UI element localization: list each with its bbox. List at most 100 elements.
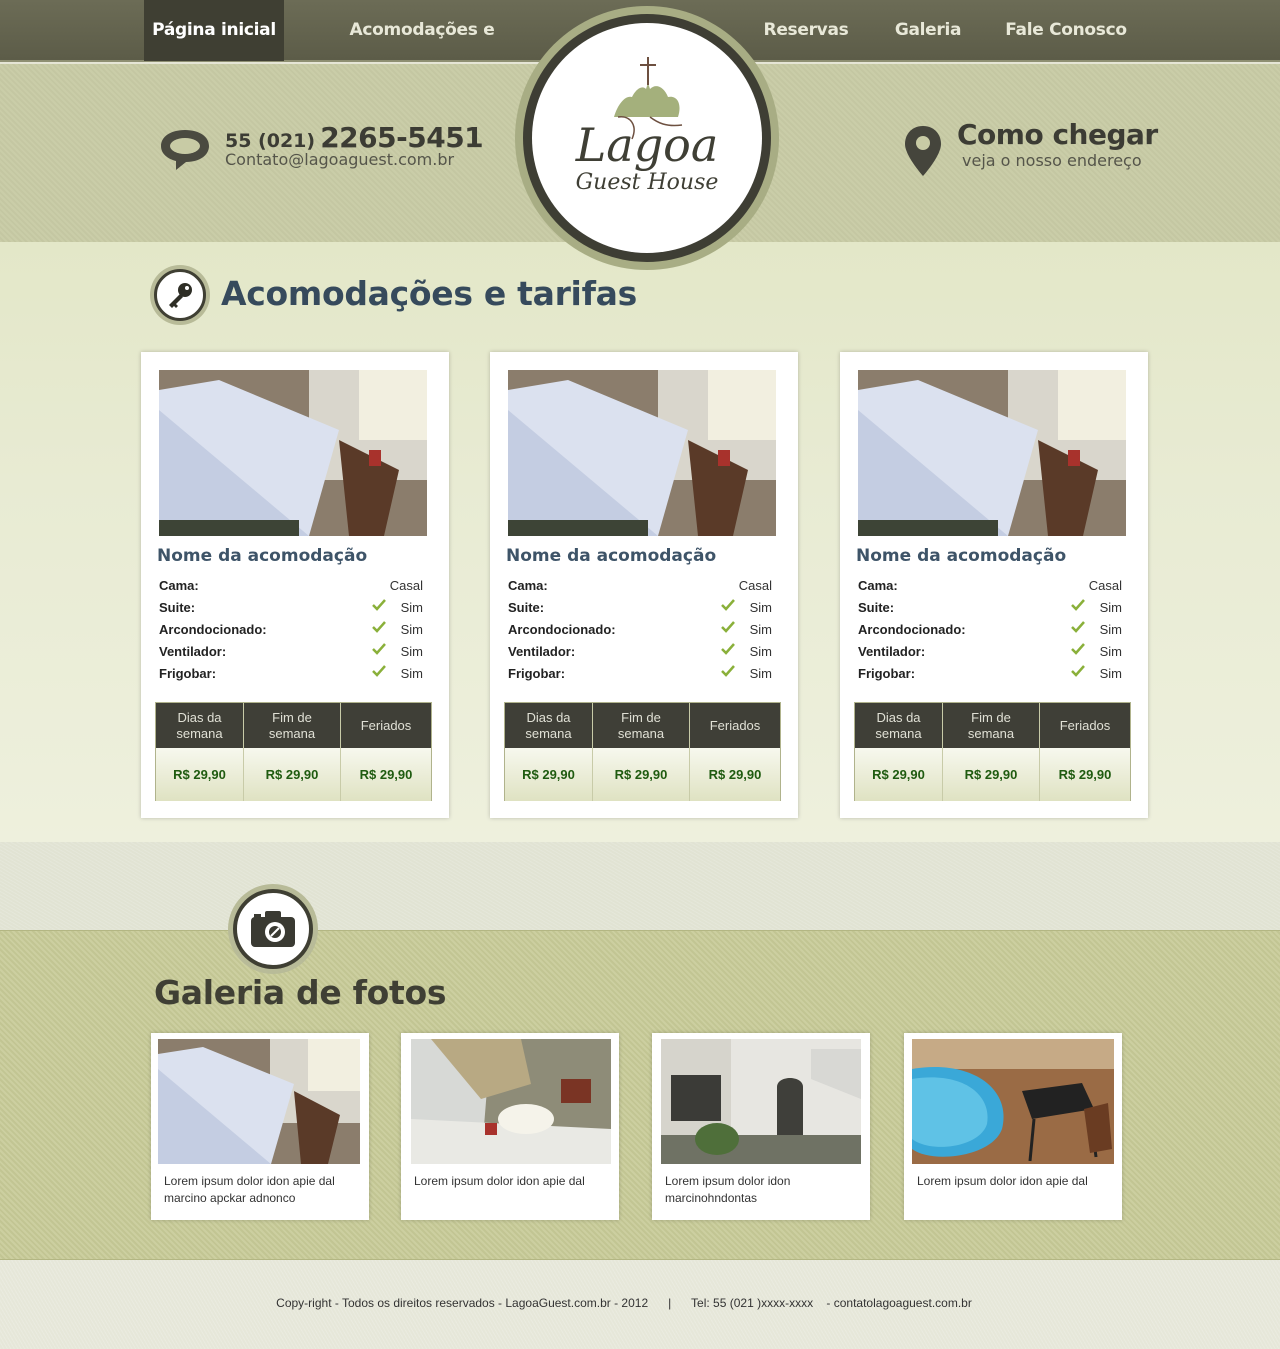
room-photo[interactable]	[508, 370, 776, 536]
price-header: Dias da semana	[855, 703, 942, 748]
gallery-caption: Lorem ipsum dolor idon apie dal	[917, 1174, 1088, 1188]
price-value: R$ 29,90	[505, 748, 592, 801]
checkmark-icon	[1071, 665, 1085, 677]
feature-value: Sim	[400, 644, 423, 659]
price-header: Fim de semana	[943, 703, 1039, 748]
room-name: Nome da acomodação	[506, 546, 717, 566]
checkmark-icon	[721, 643, 735, 655]
gallery-photo	[158, 1039, 360, 1164]
feature-label: Frigobar:	[858, 666, 916, 681]
price-value: R$ 29,90	[943, 748, 1039, 801]
room-feature-row: Frigobar: Sim	[159, 665, 425, 688]
feature-value: Casal	[1088, 578, 1122, 593]
price-value: R$ 29,90	[855, 748, 942, 801]
checkmark-icon	[372, 621, 386, 633]
directions-title[interactable]: Como chegar	[957, 118, 1158, 151]
room-card: Nome da acomodação Cama: Casal Suite: Sim …	[490, 352, 798, 818]
rooms-section-title: Acomodações e tarifas	[221, 274, 637, 313]
feature-label: Cama:	[508, 578, 548, 593]
feature-label: Ventilador:	[508, 644, 576, 659]
feature-label: Arcondocionado:	[508, 622, 616, 637]
room-card: Nome da acomodação Cama: Casal Suite: Sim …	[141, 352, 449, 818]
logo-text-lagoa: Lagoa	[575, 118, 719, 172]
feature-label: Suite:	[858, 600, 895, 615]
gallery-section-title: Galeria de fotos	[154, 973, 447, 1012]
contact-email[interactable]: Contato@lagoaguest.com.br	[225, 150, 454, 169]
price-value: R$ 29,90	[244, 748, 340, 801]
camera-icon	[251, 911, 295, 947]
gallery-item[interactable]: Lorem ipsum dolor idon apie dal	[904, 1033, 1122, 1220]
nav-item-fale-conosco[interactable]: Fale Conosco	[1002, 0, 1130, 61]
price-table: Dias da semana Fim de semana Feriados R$…	[854, 702, 1131, 801]
logo-inner: Lagoa Guest House	[532, 23, 762, 253]
gallery-item[interactable]: Lorem ipsum dolor idon apie dal	[401, 1033, 619, 1220]
room-card: Nome da acomodação Cama: Casal Suite: Sim …	[840, 352, 1148, 818]
feature-value: Casal	[738, 578, 772, 593]
feature-label: Suite:	[508, 600, 545, 615]
footer-copyright: Copy-right - Todos os direitos reservado…	[276, 1296, 972, 1310]
feature-label: Ventilador:	[858, 644, 926, 659]
gallery-photo	[411, 1039, 611, 1164]
gallery-photo	[912, 1039, 1114, 1164]
feature-value: Sim	[1099, 666, 1122, 681]
room-name: Nome da acomodação	[856, 546, 1067, 566]
logo-text-guesthouse: Guest House	[576, 170, 719, 195]
gallery-item[interactable]: Lorem ipsum dolor idon apie dal marcino …	[151, 1033, 369, 1220]
feature-value: Sim	[400, 600, 423, 615]
feature-value: Sim	[749, 622, 772, 637]
price-value: R$ 29,90	[1040, 748, 1130, 801]
price-header: Dias da semana	[505, 703, 592, 748]
checkmark-icon	[721, 665, 735, 677]
speech-bubble-icon	[161, 130, 209, 170]
room-photo[interactable]	[159, 370, 427, 536]
price-header: Fim de semana	[244, 703, 340, 748]
room-photo[interactable]	[858, 370, 1126, 536]
checkmark-icon	[1071, 643, 1085, 655]
checkmark-icon	[1071, 599, 1085, 611]
feature-label: Arcondocionado:	[159, 622, 267, 637]
phone-prefix: 55 (021)	[225, 130, 316, 152]
directions-subtitle[interactable]: veja o nosso endereço	[962, 151, 1142, 170]
key-icon	[169, 283, 192, 308]
feature-value: Sim	[1099, 644, 1122, 659]
feature-value: Sim	[749, 600, 772, 615]
price-table: Dias da semana Fim de semana Feriados R$…	[504, 702, 781, 801]
nav-item-acomodacoes[interactable]: Acomodações e tarifas	[318, 0, 526, 101]
room-photo-image	[159, 370, 427, 536]
logo-artwork: Lagoa Guest House	[575, 57, 719, 195]
checkmark-icon	[372, 643, 386, 655]
nav-item-galeria[interactable]: Galeria	[888, 0, 968, 61]
site-logo[interactable]: Lagoa Guest House	[515, 6, 779, 270]
price-header: Feriados	[341, 703, 431, 748]
price-value: R$ 29,90	[593, 748, 689, 801]
checkmark-icon	[721, 621, 735, 633]
price-table: Dias da semana Fim de semana Feriados R$…	[155, 702, 432, 801]
feature-value: Sim	[749, 644, 772, 659]
rooms-section-icon-badge	[150, 265, 210, 325]
room-photo-image	[858, 370, 1126, 536]
price-value: R$ 29,90	[690, 748, 780, 801]
gallery-caption: Lorem ipsum dolor idon apie dal marcino …	[164, 1174, 335, 1205]
checkmark-icon	[1071, 621, 1085, 633]
room-name: Nome da acomodação	[157, 546, 368, 566]
feature-label: Arcondocionado:	[858, 622, 966, 637]
feature-value: Casal	[389, 578, 423, 593]
nav-item-pagina-inicial[interactable]: Página inicial	[144, 0, 284, 61]
feature-label: Cama:	[159, 578, 199, 593]
checkmark-icon	[372, 599, 386, 611]
gallery-section-icon-badge	[228, 884, 318, 974]
room-feature-row: Frigobar: Sim	[508, 665, 774, 688]
gallery-caption: Lorem ipsum dolor idon marcinohndontas	[665, 1174, 791, 1205]
price-header: Fim de semana	[593, 703, 689, 748]
nav-item-reservas[interactable]: Reservas	[758, 0, 854, 61]
feature-value: Sim	[749, 666, 772, 681]
checkmark-icon	[721, 599, 735, 611]
room-photo-image	[508, 370, 776, 536]
feature-value: Sim	[1099, 600, 1122, 615]
gallery-item[interactable]: Lorem ipsum dolor idon marcinohndontas	[652, 1033, 870, 1220]
feature-label: Suite:	[159, 600, 196, 615]
price-value: R$ 29,90	[156, 748, 243, 801]
feature-value: Sim	[400, 666, 423, 681]
feature-label: Frigobar:	[159, 666, 217, 681]
gallery-photo	[661, 1039, 861, 1164]
